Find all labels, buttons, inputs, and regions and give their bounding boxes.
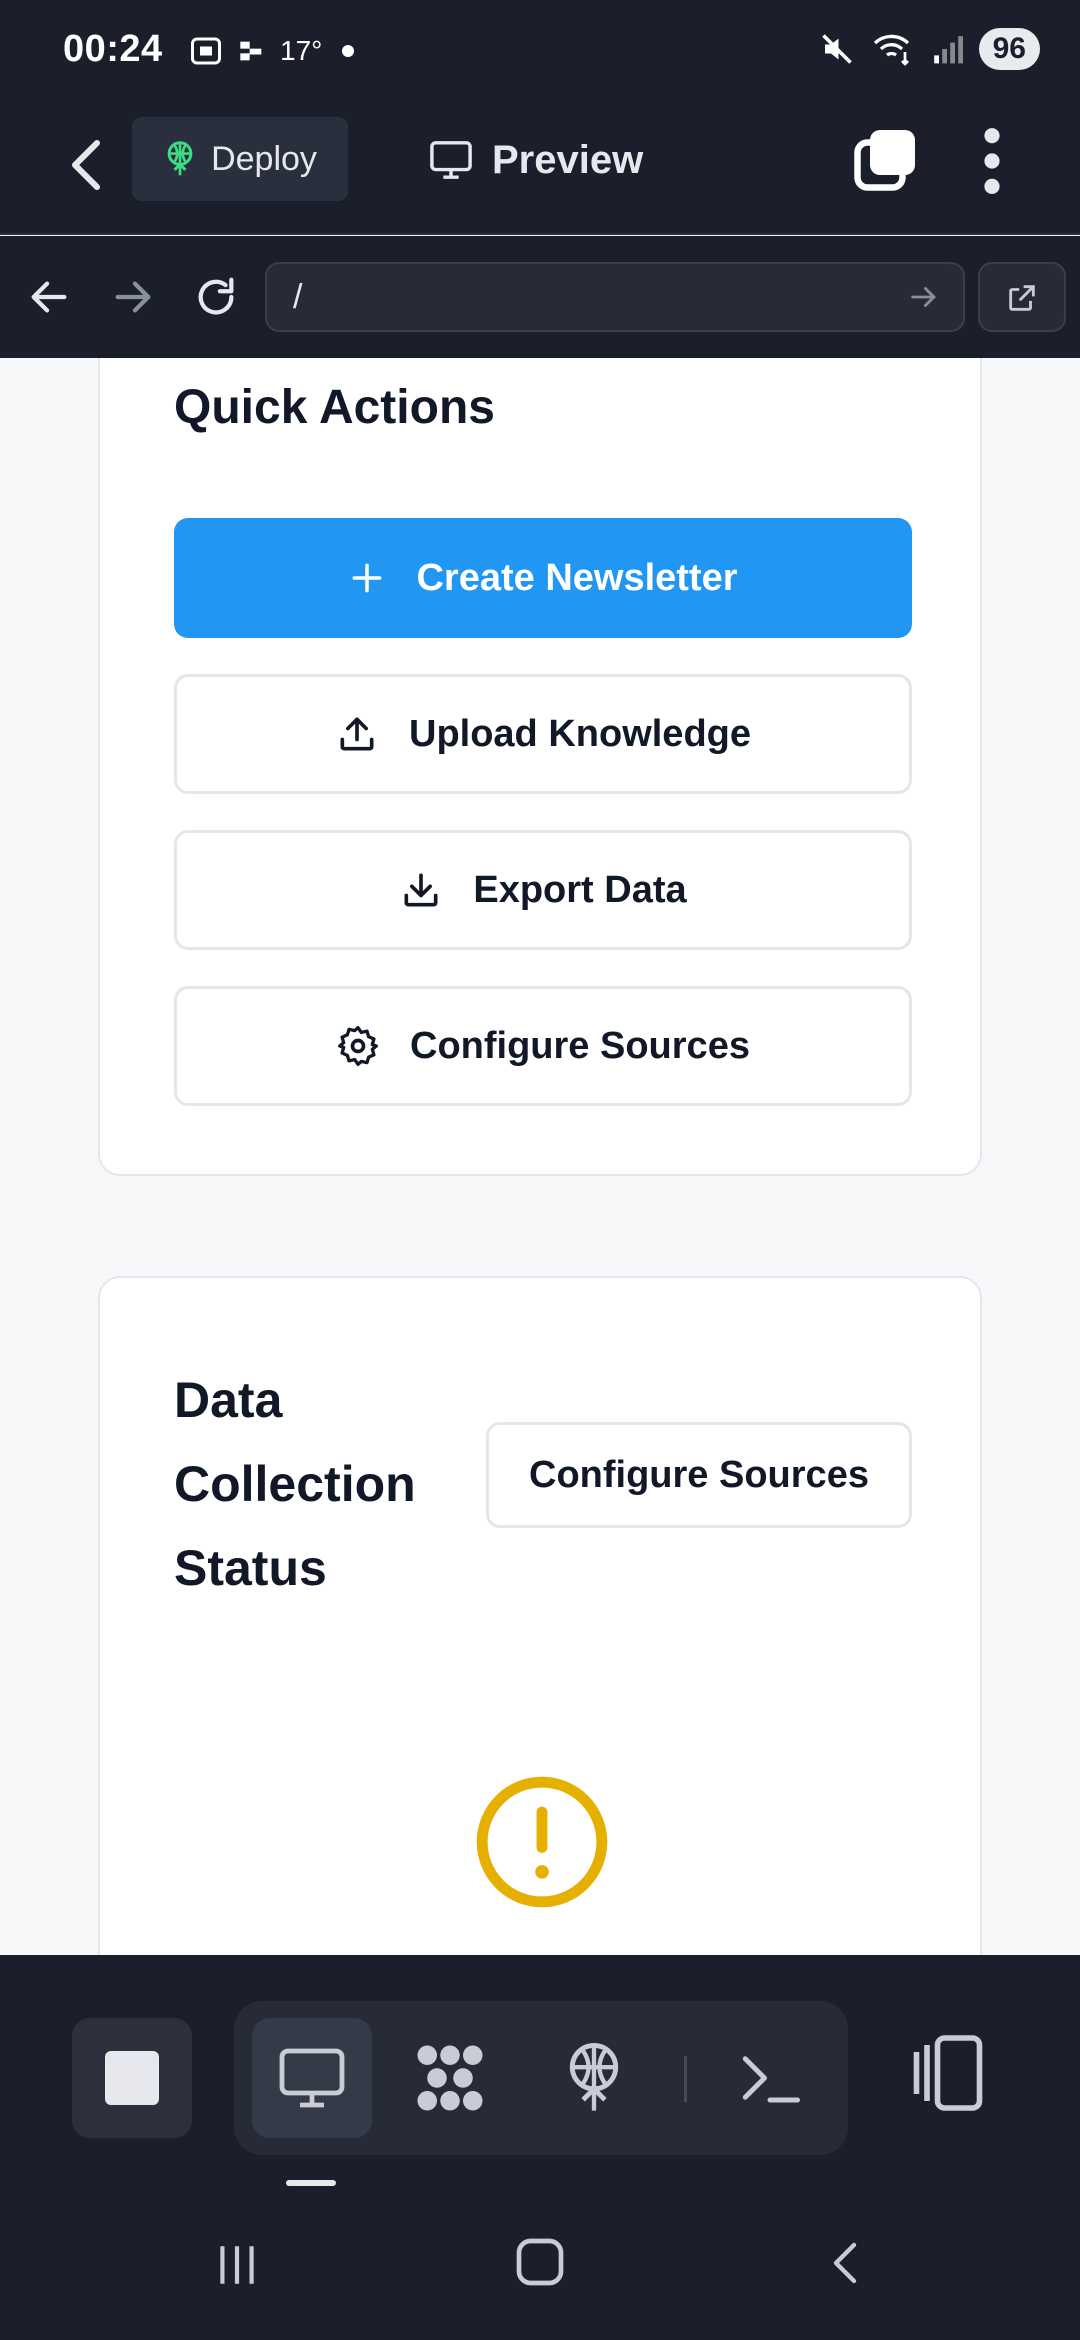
status-right: 96 xyxy=(819,28,1040,70)
warning-icon xyxy=(476,1776,608,1908)
nodes-tab[interactable] xyxy=(390,2018,510,2138)
upload-knowledge-button[interactable]: Upload Knowledge xyxy=(174,674,912,794)
recent-apps-icon[interactable] xyxy=(212,2240,262,2290)
status-icons-left: 17° xyxy=(188,33,355,69)
back-icon[interactable] xyxy=(60,135,110,195)
terminal-tab[interactable] xyxy=(710,2018,830,2138)
create-newsletter-label: Create Newsletter xyxy=(416,556,738,599)
url-bar: / xyxy=(0,236,1080,358)
preview-tab[interactable]: Preview xyxy=(428,125,643,195)
gear-icon xyxy=(338,1026,378,1066)
go-arrow-icon[interactable] xyxy=(907,280,941,314)
web-preview: Quick Actions Create Newsletter Upload K… xyxy=(0,358,1080,1955)
external-link-icon xyxy=(1009,285,1035,311)
stop-icon xyxy=(105,2051,159,2105)
preview-label: Preview xyxy=(492,137,644,182)
configure-sources-secondary-button[interactable]: Configure Sources xyxy=(486,1422,912,1528)
signal-icon xyxy=(933,36,963,64)
export-data-label: Export Data xyxy=(473,868,687,911)
upload-icon xyxy=(340,717,374,751)
download-icon xyxy=(404,873,438,907)
nodes-icon xyxy=(417,2045,483,2111)
nav-back-icon[interactable] xyxy=(26,274,72,320)
home-icon[interactable] xyxy=(512,2234,568,2290)
more-options-icon[interactable] xyxy=(972,123,1012,199)
status-temperature: 17° xyxy=(280,35,323,66)
status-bar: 00:24 17° 96 xyxy=(0,0,1080,105)
dot-icon xyxy=(342,45,355,57)
configure-sources-label: Configure Sources xyxy=(410,1024,750,1067)
quick-actions-card: Quick Actions Create Newsletter Upload K… xyxy=(98,358,982,1176)
wifi-icon xyxy=(873,34,909,66)
deploy-button[interactable]: Deploy xyxy=(132,117,348,201)
data-collection-title: Data Collection Status xyxy=(174,1372,416,1596)
url-value: / xyxy=(293,278,303,316)
upload-knowledge-label: Upload Knowledge xyxy=(409,712,751,755)
system-back-icon[interactable] xyxy=(822,2236,870,2290)
deploy-icon xyxy=(167,141,193,176)
configure-sources-secondary-label: Configure Sources xyxy=(529,1453,869,1496)
terminal-icon xyxy=(742,2056,800,2103)
tabs-icon[interactable] xyxy=(850,125,920,195)
deploy-label: Deploy xyxy=(211,139,317,178)
desktop-icon xyxy=(279,2048,345,2108)
quick-actions-title: Quick Actions xyxy=(174,381,495,434)
bottom-dock xyxy=(0,1955,1080,2190)
open-external-button[interactable] xyxy=(978,262,1066,332)
dock-divider xyxy=(684,2056,687,2102)
status-time: 00:24 xyxy=(63,28,163,70)
url-input[interactable]: / xyxy=(265,262,965,332)
monitor-icon xyxy=(430,141,472,179)
app-notification-icon xyxy=(240,41,262,61)
export-data-button[interactable]: Export Data xyxy=(174,830,912,950)
nav-forward-icon[interactable] xyxy=(110,274,156,320)
desktop-tab[interactable] xyxy=(252,2018,372,2138)
plus-icon xyxy=(353,563,382,593)
create-newsletter-button[interactable]: Create Newsletter xyxy=(174,518,912,638)
mute-icon xyxy=(821,34,852,64)
dock-tab-group xyxy=(234,2001,848,2155)
stop-button[interactable] xyxy=(72,2018,192,2138)
app-toolbar: Deploy Preview xyxy=(0,105,1080,235)
deploy-tab[interactable] xyxy=(534,2018,654,2138)
reload-icon[interactable] xyxy=(193,274,239,320)
screenshot-icon xyxy=(191,37,221,65)
split-view-icon[interactable] xyxy=(906,2031,990,2115)
deploy-tab-icon xyxy=(569,2042,619,2111)
configure-sources-button[interactable]: Configure Sources xyxy=(174,986,912,1106)
battery-indicator: 96 xyxy=(978,28,1040,70)
data-collection-card: Data Collection Status Configure Sources xyxy=(98,1276,982,1955)
system-navigation-bar xyxy=(0,2190,1080,2340)
dock-indicator xyxy=(286,2180,336,2186)
